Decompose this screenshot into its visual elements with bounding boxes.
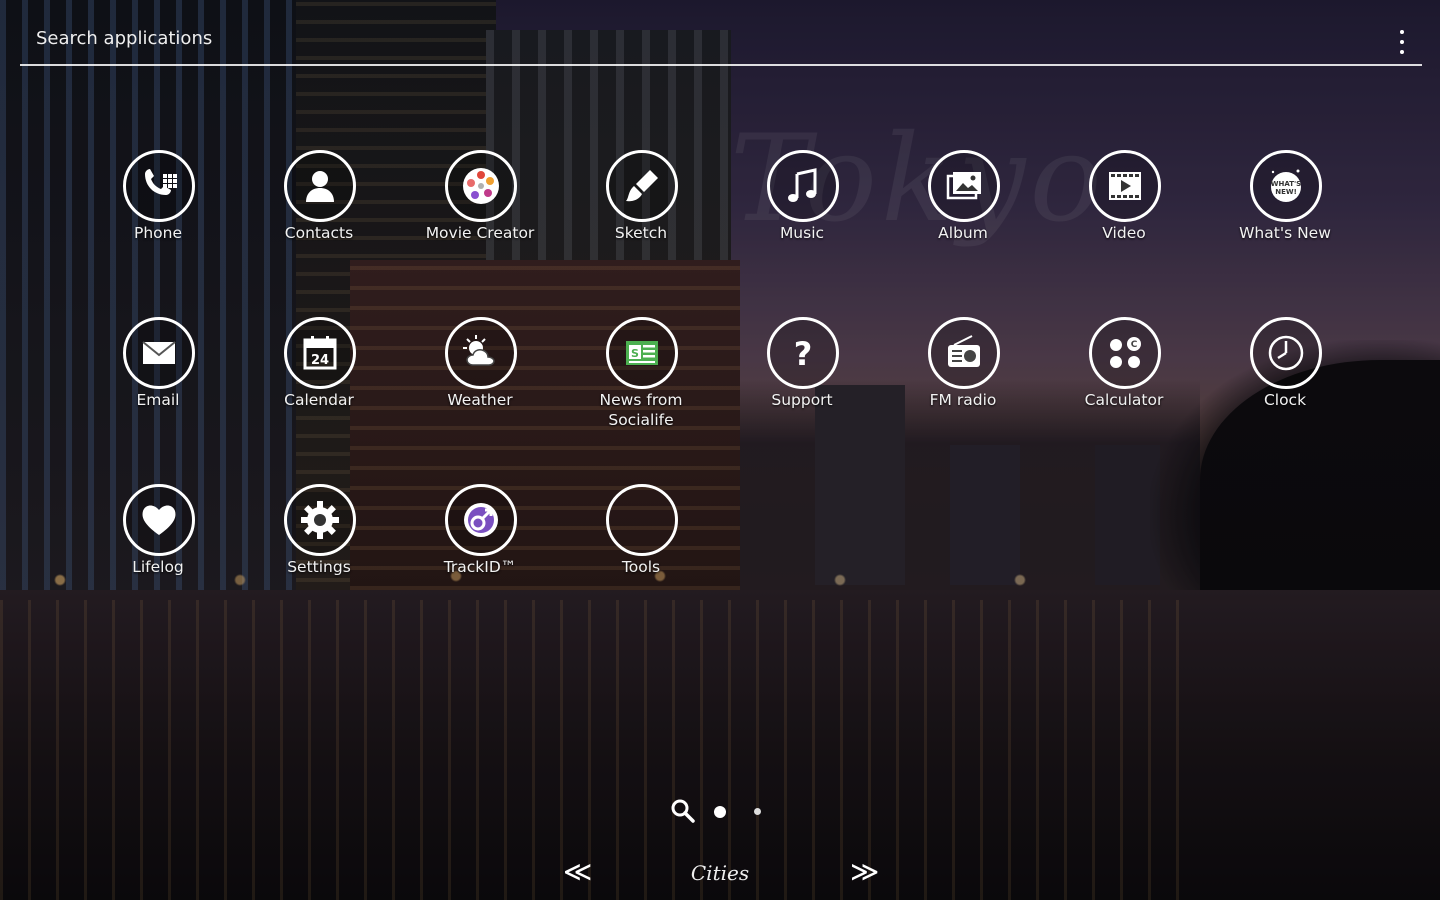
movie-creator-icon (445, 150, 517, 222)
app-label: Settings (287, 558, 351, 576)
search-bar[interactable]: Search applications (20, 22, 1422, 66)
app-weather[interactable]: Weather (410, 317, 550, 447)
app-label: Email (136, 391, 180, 409)
app-clock[interactable]: Clock (1215, 317, 1355, 447)
overflow-menu-icon[interactable] (1396, 30, 1408, 54)
sketch-icon (606, 150, 678, 222)
app-label: Sketch (614, 224, 668, 242)
app-label: Lifelog (132, 558, 184, 576)
app-label: FM radio (929, 391, 997, 409)
theme-switcher: ≪ Cities ≫ (0, 855, 1440, 891)
svg-text:NEW!: NEW! (1275, 188, 1297, 196)
app-label: Support (771, 391, 833, 409)
search-input[interactable]: Search applications (36, 28, 212, 49)
app-fm-radio[interactable]: FM radio (893, 317, 1033, 447)
app-whats-new[interactable]: WHAT'S NEW! What's New (1215, 150, 1355, 280)
app-label: Album (938, 224, 988, 242)
app-label: Phone (133, 224, 182, 242)
fm-radio-icon (928, 317, 1000, 389)
app-calculator[interactable]: C Calculator (1054, 317, 1194, 447)
album-icon (928, 150, 1000, 222)
support-icon: ? (767, 317, 839, 389)
next-theme-button[interactable]: ≫ (850, 855, 879, 888)
app-label: Weather (447, 391, 513, 409)
email-icon (123, 317, 195, 389)
search-icon[interactable] (670, 798, 696, 824)
wallpaper: Tokyo (0, 0, 1440, 900)
page-dot[interactable] (754, 808, 761, 815)
app-settings[interactable]: Settings (249, 484, 389, 614)
app-label: Music (779, 224, 825, 242)
app-music[interactable]: Music (732, 150, 872, 280)
svg-text:WHAT'S: WHAT'S (1271, 180, 1301, 188)
tools-folder-icon (606, 484, 678, 556)
app-album[interactable]: Album (893, 150, 1033, 280)
app-label: Calendar (284, 391, 354, 409)
app-label: What's New (1239, 224, 1331, 242)
app-contacts[interactable]: Contacts (249, 150, 389, 280)
app-label: TrackID™ (443, 558, 517, 576)
svg-text:C: C (1131, 340, 1138, 350)
settings-icon (284, 484, 356, 556)
app-movie-creator[interactable]: Movie Creator (410, 150, 550, 280)
whats-new-icon: WHAT'S NEW! (1250, 150, 1322, 222)
app-label: Movie Creator (425, 224, 535, 242)
app-label: Video (1102, 224, 1146, 242)
lifelog-icon (123, 484, 195, 556)
app-label: Calculator (1084, 391, 1164, 409)
app-phone[interactable]: Phone (88, 150, 228, 280)
trackid-icon (445, 484, 517, 556)
clock-icon (1250, 317, 1322, 389)
app-tools-folder[interactable]: Tools (571, 484, 711, 614)
app-support[interactable]: ? Support (732, 317, 872, 447)
contacts-icon (284, 150, 356, 222)
app-label: News from Socialife (599, 391, 683, 429)
app-video[interactable]: Video (1054, 150, 1194, 280)
video-icon (1089, 150, 1161, 222)
app-label: Contacts (284, 224, 354, 242)
app-calendar[interactable]: 24 Calendar (249, 317, 389, 447)
svg-text:24: 24 (311, 353, 329, 368)
app-sketch[interactable]: Sketch (571, 150, 711, 280)
app-label: Clock (1263, 391, 1307, 409)
app-email[interactable]: Email (88, 317, 228, 447)
app-trackid[interactable]: TrackID™ (410, 484, 550, 614)
app-news-from-socialife[interactable]: S News from Socialife (571, 317, 711, 447)
svg-text:?: ? (794, 335, 813, 373)
weather-icon (445, 317, 517, 389)
phone-icon (123, 150, 195, 222)
prev-theme-button[interactable]: ≪ (563, 855, 592, 888)
page-dot-active[interactable] (714, 806, 726, 818)
svg-text:S: S (631, 347, 639, 360)
theme-name: Cities (690, 861, 750, 885)
calculator-icon: C (1089, 317, 1161, 389)
news-icon: S (606, 317, 678, 389)
app-lifelog[interactable]: Lifelog (88, 484, 228, 614)
calendar-icon: 24 (284, 317, 356, 389)
music-icon (767, 150, 839, 222)
app-label: Tools (621, 558, 661, 576)
wallpaper-dim-overlay (0, 0, 1440, 900)
